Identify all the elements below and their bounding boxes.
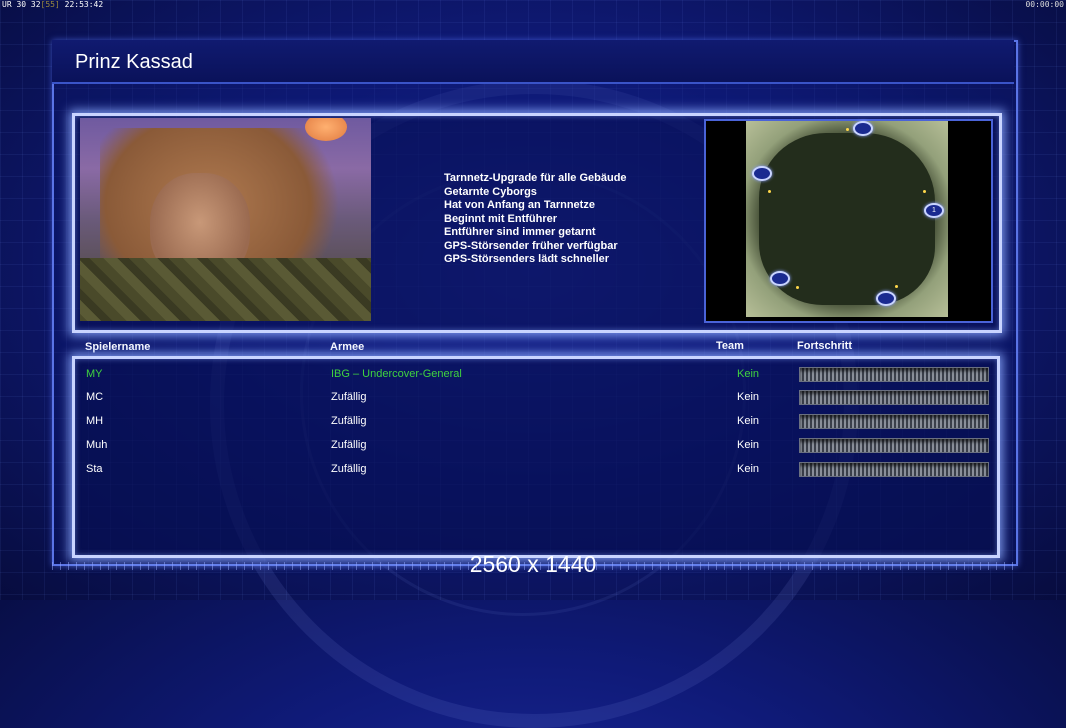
table-row: MY IBG – Undercover-General Kein <box>0 364 1066 384</box>
table-row: MC Zufällig Kein <box>0 387 1066 407</box>
loading-progress-bar <box>799 462 989 477</box>
player-army: Zufällig <box>331 439 367 451</box>
title-bar <box>52 40 1014 84</box>
supply-marker <box>923 190 926 193</box>
feature-item: Tarnnetz-Upgrade für alle Gebäude <box>444 172 627 184</box>
feature-item: Getarnte Cyborgs <box>444 185 537 198</box>
resolution-label: 2560 x 1440 <box>469 551 597 577</box>
start-position-marker[interactable] <box>752 166 772 181</box>
hud-debug-left: UR 30 32[55] 22:53:42 <box>2 0 104 9</box>
player-name: Sta <box>86 463 103 475</box>
table-row: Sta Zufällig Kein <box>0 459 1066 479</box>
player-name: MY <box>86 368 103 380</box>
player-army: IBG – Undercover-General <box>331 368 462 380</box>
supply-marker <box>895 285 898 288</box>
supply-marker <box>768 190 771 193</box>
player-team: Kein <box>737 391 760 403</box>
loading-progress-bar <box>799 367 989 382</box>
header-player-name: Spielername <box>85 341 151 353</box>
supply-marker <box>846 128 849 131</box>
table-row: MH Zufällig Kein <box>0 411 1066 431</box>
feature-item: GPS-Störsenders lädt schneller <box>444 253 610 265</box>
header-army: Armee <box>330 341 365 353</box>
header-progress: Fortschritt <box>797 340 852 352</box>
player-name: MC <box>86 391 104 403</box>
player-name: MH <box>86 415 104 427</box>
player-name: Muh <box>86 439 108 451</box>
player-army: Zufällig <box>331 391 367 403</box>
feature-item: Entführer sind immer getarnt <box>444 226 596 238</box>
player-army: Zufällig <box>331 415 367 427</box>
start-position-marker[interactable] <box>853 121 873 136</box>
player-army: Zufällig <box>331 463 367 475</box>
player-team: Kein <box>737 463 760 475</box>
portrait-camouflage <box>80 258 371 321</box>
feature-item: Beginnt mit Entführer <box>444 212 558 225</box>
header-team: Team <box>716 340 744 352</box>
loading-progress-bar <box>799 414 989 429</box>
player-team: Kein <box>737 415 760 427</box>
hud-clock-right: 00:00:00 <box>1025 0 1064 9</box>
general-portrait <box>80 118 371 321</box>
start-position-marker[interactable] <box>876 291 896 306</box>
feature-item: GPS-Störsender früher verfügbar <box>444 239 618 252</box>
start-position-marker-occupied[interactable]: 1 <box>924 203 944 218</box>
general-features-list: Tarnnetz-Upgrade für alle Gebäude Getarn… <box>444 172 627 267</box>
feature-item: Hat von Anfang an Tarnnetze <box>444 199 595 211</box>
player-team: Kein <box>737 368 760 380</box>
player-team: Kein <box>737 439 760 451</box>
start-position-marker[interactable] <box>770 271 790 286</box>
loading-progress-bar <box>799 390 989 405</box>
table-row: Muh Zufällig Kein <box>0 435 1066 455</box>
general-name: Prinz Kassad <box>75 51 193 73</box>
supply-marker <box>796 286 799 289</box>
loading-progress-bar <box>799 438 989 453</box>
